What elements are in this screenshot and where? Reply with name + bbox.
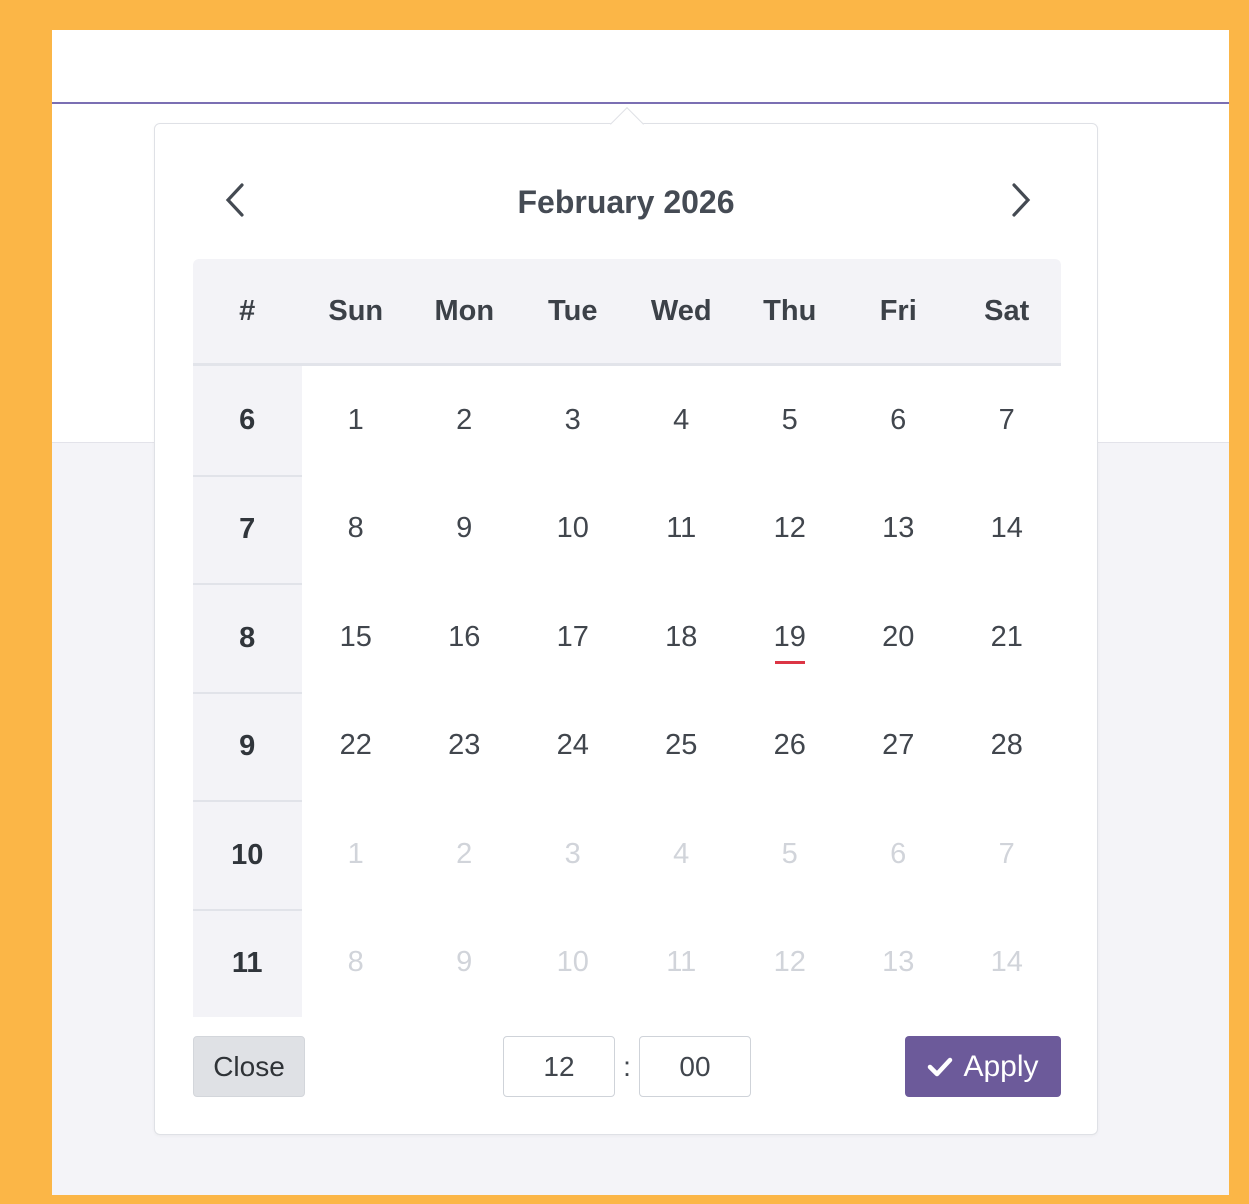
week-number: 7 [193, 474, 302, 583]
day-cell-today[interactable]: 19 [736, 583, 845, 692]
day-cell-other-month[interactable]: 12 [736, 909, 845, 1018]
day-cell[interactable]: 21 [953, 583, 1062, 692]
week-row: 7 8 9 10 11 12 13 14 [193, 474, 1062, 584]
day-cell[interactable]: 22 [302, 692, 411, 801]
arrow-marker-icon [0, 606, 29, 626]
chevron-right-icon [1012, 183, 1031, 217]
day-cell[interactable]: 27 [844, 692, 953, 801]
hour-input[interactable]: 12 [503, 1036, 615, 1097]
day-cell[interactable]: 3 [519, 366, 628, 475]
day-cell-other-month[interactable]: 4 [627, 800, 736, 909]
check-icon [928, 1057, 953, 1076]
day-cell[interactable]: 25 [627, 692, 736, 801]
day-cell[interactable]: 26 [736, 692, 845, 801]
day-cell[interactable]: 6 [844, 366, 953, 475]
day-cell[interactable]: 28 [953, 692, 1062, 801]
day-cell[interactable]: 5 [736, 366, 845, 475]
page-viewport: February 2026 # Sun Mon Tue Wed Thu Fri … [52, 30, 1229, 1195]
apply-label: Apply [963, 1049, 1039, 1083]
day-cell-other-month[interactable]: 10 [519, 909, 628, 1018]
day-cell[interactable]: 16 [410, 583, 519, 692]
date-input-underline[interactable] [52, 102, 1229, 104]
day-cell-other-month[interactable]: 13 [844, 909, 953, 1018]
day-cell[interactable]: 12 [736, 475, 845, 584]
week-row: 8 15 16 17 18 19 20 21 [193, 583, 1061, 692]
weekday-mon: Mon [434, 294, 495, 327]
weekday-thu: Thu [763, 294, 817, 327]
apply-button[interactable]: Apply [905, 1036, 1061, 1097]
day-cell-other-month[interactable]: 8 [302, 909, 411, 1018]
day-cell-other-month[interactable]: 3 [519, 800, 628, 909]
weekday-fri: Fri [879, 294, 917, 327]
calendar-grid: # Sun Mon Tue Wed Thu Fri Sat 6123456778… [193, 259, 1061, 1017]
close-button[interactable]: Close [193, 1036, 305, 1097]
time-separator: : [623, 1050, 631, 1082]
day-cell[interactable]: 1 [302, 366, 411, 475]
weekday-sat: Sat [984, 294, 1030, 327]
day-cell-other-month[interactable]: 2 [410, 800, 519, 909]
day-cell-other-month[interactable]: 6 [844, 800, 953, 909]
minute-input[interactable]: 00 [639, 1036, 751, 1097]
week-number: 11 [193, 908, 302, 1017]
day-cell[interactable]: 13 [844, 475, 953, 584]
week-row: 61234567 [193, 366, 1061, 475]
day-cell[interactable]: 2 [410, 366, 519, 475]
picker-footer: Close 12 : 00 Apply [193, 1036, 1061, 1097]
week-number: 9 [193, 691, 302, 800]
day-cell[interactable]: 18 [627, 583, 736, 692]
week-row: 9 22 23 24 25 26 27 28 [193, 691, 1062, 801]
week-row: 10 1 2 3 4 5 6 7 [193, 800, 1061, 909]
day-cell-other-month[interactable]: 1 [302, 800, 411, 909]
week-number: 8 [193, 583, 302, 692]
day-cell-other-month[interactable]: 7 [953, 800, 1062, 909]
weekday-sun: Sun [328, 294, 384, 327]
day-cell[interactable]: 9 [410, 475, 519, 584]
month-title: February 2026 [517, 184, 735, 220]
next-month-button[interactable] [1001, 180, 1041, 220]
day-cell-other-month[interactable]: 5 [736, 800, 845, 909]
day-cell[interactable]: 17 [519, 583, 628, 692]
day-cell[interactable]: 15 [302, 583, 411, 692]
week-number: 10 [193, 800, 302, 909]
weekday-wed: Wed [650, 294, 712, 327]
day-cell[interactable]: 23 [410, 692, 519, 801]
weeks-body: 6 1 2 3 4 5 6 7 7 8 9 10 11 12 13 14 8 15 16 17 18 19 20 21 9 22 2… [193, 366, 1061, 1017]
day-cell-other-month[interactable]: 9 [410, 909, 519, 1018]
week-number-header: # [239, 294, 256, 327]
day-cell[interactable]: 8 [302, 475, 411, 584]
day-cell[interactable]: 4 [627, 366, 736, 475]
weekday-tue: Tue [548, 294, 598, 327]
day-cell[interactable]: 24 [519, 692, 628, 801]
week-row: 11 8 9 10 11 12 13 14 [193, 908, 1062, 1018]
day-cell-other-month[interactable]: 11 [627, 909, 736, 1018]
day-cell[interactable]: 11 [627, 475, 736, 584]
day-cell[interactable]: 10 [519, 475, 628, 584]
day-cell[interactable]: 7 [953, 366, 1062, 475]
day-cell[interactable]: 20 [844, 583, 953, 692]
date-picker-popup: February 2026 # Sun Mon Tue Wed Thu Fri … [154, 107, 1098, 1135]
weekday-header-row: # Sun Mon Tue Wed Thu Fri Sat [193, 259, 1061, 366]
day-cell-other-month[interactable]: 14 [953, 909, 1062, 1018]
week-number: 6 [193, 366, 302, 475]
day-cell[interactable]: 14 [953, 475, 1062, 584]
